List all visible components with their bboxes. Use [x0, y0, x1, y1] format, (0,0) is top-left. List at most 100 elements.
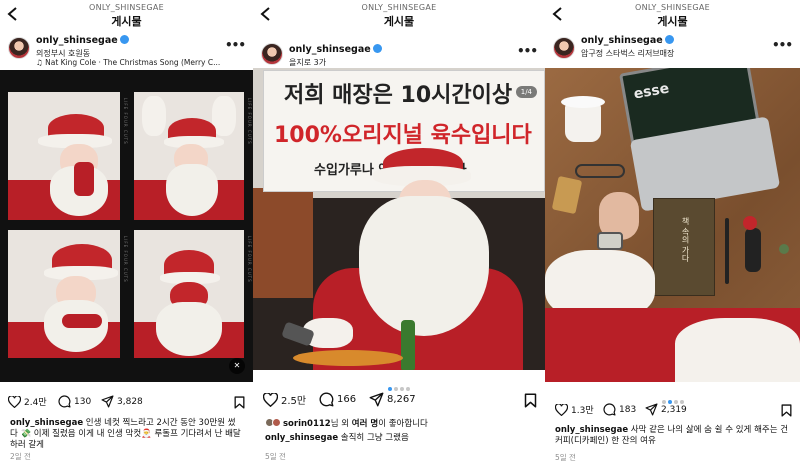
- post-panel-2: ONLY_SHINSEGAE 게시물 only_shinsegae 을지로 3가…: [253, 0, 545, 463]
- carousel-dot: [406, 387, 410, 391]
- booth-side-label: LIFE FOUR CUTS: [247, 98, 252, 145]
- username-link[interactable]: only_shinsegae: [36, 35, 129, 46]
- comment-icon: [603, 403, 616, 416]
- send-icon: [369, 392, 384, 407]
- like-button[interactable]: 2.5만: [263, 392, 306, 407]
- topbar-username: ONLY_SHINSEGAE: [361, 3, 437, 12]
- username-link[interactable]: only_shinsegae: [581, 35, 674, 46]
- comment-button[interactable]: 183: [603, 403, 636, 416]
- bookmark-icon[interactable]: [524, 393, 537, 408]
- like-count: 2.4만: [24, 398, 47, 408]
- liked-by-line: sorin0112님 외 여러 명이 좋아합니다: [265, 418, 535, 430]
- caption-username[interactable]: only_shinsegae: [10, 418, 83, 428]
- topbar-username: ONLY_SHINSEGAE: [634, 3, 711, 12]
- post-date: 5일 전: [265, 452, 286, 461]
- action-bar: 2.5만 166 8,267: [261, 392, 537, 410]
- location-link[interactable]: 을지로 3가: [289, 57, 326, 68]
- action-bar: 2.4만 130 3,828: [8, 395, 245, 413]
- topbar-username: ONLY_SHINSEGAE: [88, 3, 165, 12]
- comment-button[interactable]: 130: [58, 395, 91, 408]
- avatar[interactable]: [261, 43, 283, 65]
- post-caption: only_shinsegae 인생 네컷 찍느라고 2시간 동안 30만원 썼다…: [10, 418, 243, 451]
- like-button[interactable]: 1.3만: [555, 403, 594, 416]
- send-icon: [645, 403, 658, 416]
- banner-line-2: 100%오리지널 육수입니다: [274, 123, 532, 148]
- top-bar: ONLY_SHINSEGAE 게시물: [0, 0, 253, 28]
- post-panel-3: ONLY_SHINSEGAE 게시물 only_shinsegae 압구정 스타…: [545, 0, 800, 463]
- share-button[interactable]: 2,319: [645, 403, 687, 416]
- comment-count: 130: [74, 396, 92, 407]
- username-link[interactable]: only_shinsegae: [289, 44, 382, 55]
- share-count: 2,319: [661, 404, 687, 415]
- location-link[interactable]: 압구정 스타벅스 리저브매장: [581, 48, 674, 59]
- verified-badge-icon: [119, 35, 129, 44]
- send-icon: [101, 395, 114, 408]
- booth-photo-3: [8, 230, 120, 358]
- booth-side-label: LIFE FOUR CUTS: [123, 236, 128, 283]
- post-media[interactable]: esse 책 속의 가다: [545, 68, 800, 382]
- post-date: 2일 전: [10, 452, 31, 461]
- share-count: 3,828: [117, 396, 143, 407]
- more-options-icon[interactable]: •••: [517, 44, 538, 58]
- page-title: 게시물: [111, 15, 142, 28]
- book-title: 책 속의 가다: [681, 217, 690, 263]
- post-panel-1: ONLY_SHINSEGAE 게시물 only_shinsegae 의정부시 호…: [0, 0, 253, 463]
- top-bar: ONLY_SHINSEGAE 게시물: [545, 0, 800, 28]
- post-date: 5일 전: [555, 453, 576, 462]
- carousel-dot: [394, 387, 398, 391]
- carousel-dot: [400, 387, 404, 391]
- liked-by-user[interactable]: sorin0112: [283, 419, 331, 429]
- verified-badge-icon: [372, 44, 382, 53]
- like-button[interactable]: 2.4만: [8, 395, 47, 408]
- music-link[interactable]: ♫ Nat King Cole · The Christmas Song (Me…: [36, 58, 220, 67]
- page-title: 게시물: [657, 15, 688, 28]
- comment-button[interactable]: 166: [319, 392, 356, 407]
- comment-icon: [58, 395, 71, 408]
- comment-count: 166: [337, 394, 357, 405]
- more-options-icon[interactable]: •••: [772, 38, 793, 52]
- heart-icon: [263, 392, 278, 407]
- booth-side-label: LIFE FOUR CUTS: [123, 98, 128, 145]
- top-bar: ONLY_SHINSEGAE 게시물: [253, 0, 545, 28]
- heart-icon: [8, 395, 21, 408]
- avatar[interactable]: [8, 37, 30, 59]
- comment-icon: [319, 392, 334, 407]
- booth-side-label: LIFE FOUR CUTS: [247, 236, 252, 283]
- heart-icon: [555, 403, 568, 416]
- more-options-icon[interactable]: •••: [225, 38, 246, 52]
- post-media[interactable]: 저희 매장은 10시간이상 100%오리지널 육수입니다 수입가루나 액상을 않…: [253, 68, 545, 370]
- bookmark-icon[interactable]: [234, 396, 245, 409]
- bookmark-icon[interactable]: [781, 404, 792, 417]
- notebook: 책 속의 가다: [653, 198, 715, 296]
- post-header: only_shinsegae 의정부시 호원동 ♫ Nat King Cole …: [0, 34, 253, 68]
- image-counter-badge: 1/4: [515, 86, 537, 98]
- post-media[interactable]: LIFE FOUR CUTS LIFE FOUR CUTS LIFE FOUR …: [0, 70, 253, 382]
- post-caption: only_shinsegae 솔직히 그냥 그랬음: [265, 433, 535, 444]
- caption-username[interactable]: only_shinsegae: [555, 425, 628, 435]
- share-button[interactable]: 3,828: [101, 395, 143, 408]
- booth-photo-2: [134, 92, 244, 220]
- verified-badge-icon: [664, 35, 674, 44]
- caption-username[interactable]: only_shinsegae: [265, 433, 338, 443]
- page-title: 게시물: [383, 15, 415, 28]
- liked-by-others[interactable]: 여러 명: [352, 419, 378, 429]
- booth-photo-4: [134, 230, 244, 358]
- like-count: 2.5만: [281, 396, 307, 407]
- avatar[interactable]: [553, 37, 575, 59]
- post-header: only_shinsegae 압구정 스타벅스 리저브매장 •••: [545, 34, 800, 68]
- booth-photo-1: [8, 92, 120, 220]
- share-button[interactable]: 8,267: [369, 392, 416, 407]
- car-key: [745, 228, 761, 272]
- glasses: [575, 164, 625, 178]
- share-count: 8,267: [387, 394, 416, 405]
- comment-count: 183: [619, 404, 637, 415]
- laptop-screen-text: esse: [632, 80, 671, 103]
- caption-text: 솔직히 그냥 그랬음: [340, 433, 409, 443]
- coffee-cup: [565, 102, 601, 142]
- liked-by-avatars: [265, 418, 283, 427]
- banner-line-1: 저희 매장은 10시간이상: [284, 83, 513, 108]
- carousel-dot: [388, 387, 392, 391]
- action-bar: 1.3만 183 2,319: [553, 403, 792, 421]
- post-caption: only_shinsegae 사막 같은 나의 삶에 숨 쉴 수 있게 해주는 …: [555, 425, 790, 447]
- mute-icon[interactable]: ✕: [229, 358, 245, 374]
